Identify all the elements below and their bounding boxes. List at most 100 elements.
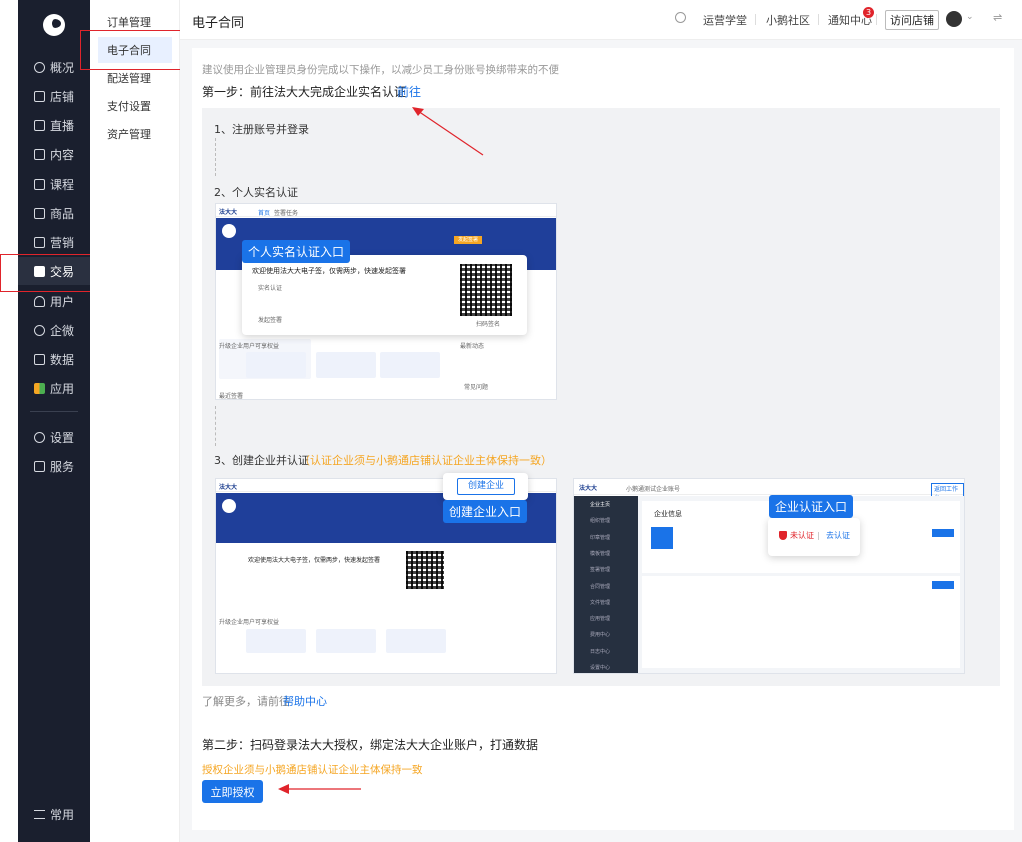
shot-sidebar-item: 模板管理 [590, 550, 611, 557]
store-icon [34, 90, 45, 102]
sidebar-item-service[interactable]: 服务 [18, 452, 90, 480]
shot-block [380, 352, 440, 378]
shield-icon [779, 531, 787, 540]
sidebar-item-settings[interactable]: 设置 [18, 423, 90, 451]
top-bar: 电子合同 运营学堂 小鹅社区 通知中心 3 访问店铺 ⌄ ⇌ [180, 0, 1022, 40]
shot-sidebar-item: 日志中心 [590, 648, 611, 655]
subnav-item-econtract[interactable]: 电子合同 [98, 37, 172, 63]
shot-block [316, 352, 376, 378]
page-title: 电子合同 [192, 16, 245, 31]
sidebar-item-goods[interactable]: 商品 [18, 199, 90, 227]
notice-text: 建议使用企业管理员身份完成以下操作，以减少员工身份账号换绑带来的不便 [202, 64, 559, 76]
topbar-divider [755, 14, 756, 25]
sidebar-item-user[interactable]: 用户 [18, 287, 90, 315]
shot-tab-tasks: 签署任务 [274, 210, 299, 217]
service-icon [34, 460, 45, 472]
sidebar-item-live[interactable]: 直播 [18, 111, 90, 139]
shot-sidebar-item: 应用管理 [590, 616, 611, 623]
help-center-link[interactable]: 帮助中心 [283, 693, 327, 709]
create-enterprise-entry-label: 创建企业入口 [443, 500, 528, 523]
marketing-icon [34, 236, 45, 248]
step2-title: 第二步：扫码登录法大大授权，绑定法大大企业账户，打通数据 [202, 738, 539, 752]
sidebar-item-apps[interactable]: 应用 [18, 374, 90, 402]
shot-recent: 最新动态 [460, 343, 485, 350]
search-icon[interactable] [675, 12, 686, 23]
tutorial-step-personal: 2、个人实名认证 [214, 186, 298, 199]
shot-edit-button [932, 581, 954, 589]
switch-icon[interactable]: ⇌ [993, 11, 1002, 24]
topbar-divider [818, 14, 819, 25]
shot-avatar [222, 224, 236, 238]
topbar-divider [876, 14, 877, 25]
shot-block [316, 629, 376, 653]
shot-info-title: 企业信息 [654, 510, 682, 518]
sub-navigation: 订单管理 电子合同 配送管理 支付设置 资产管理 [90, 0, 180, 842]
create-enterprise-popup: 创建企业 [443, 473, 528, 500]
shot-edit-button [932, 529, 954, 537]
trade-icon [34, 265, 45, 277]
apps-icon [34, 382, 45, 394]
shot-sidebar-item: 印章管理 [590, 534, 611, 541]
step2-note: 授权企业须与小鹅通店铺认证企业主体保持一致 [202, 764, 423, 776]
popup-divider [818, 532, 819, 540]
shot-welcome-text: 欢迎使用法大大电子签，仅需两步，快速发起签署 [252, 267, 406, 275]
shot-sidebar-item: 合同管理 [590, 583, 611, 590]
enterprise-verify-entry-label: 企业认证入口 [769, 495, 854, 518]
dashed-connector [215, 138, 216, 176]
sidebar-item-frequent[interactable]: 常用 [18, 800, 90, 828]
shot-avatar [222, 499, 236, 513]
learn-more-text: 了解更多，请前往 [202, 695, 290, 708]
subnav-item-orders[interactable]: 订单管理 [98, 9, 172, 35]
tutorial-step-register: 1、注册账号并登录 [214, 123, 309, 136]
shot-sidebar-item: 企业主页 [590, 502, 611, 508]
link-community[interactable]: 小鹅社区 [766, 12, 810, 28]
go-verify-link: 去认证 [826, 531, 850, 540]
step1-title: 第一步：前往法大大完成企业实名认证 [202, 85, 407, 99]
shot-sidebar-item: 文件管理 [590, 599, 611, 606]
sidebar-item-trade[interactable]: 交易 [18, 257, 90, 285]
sidebar-item-store[interactable]: 店铺 [18, 82, 90, 110]
subnav-item-assets[interactable]: 资产管理 [98, 121, 172, 147]
enterprise-note: （认证企业须与小鹅通店铺认证企业主体保持一致） [299, 454, 552, 467]
tutorial-step-enterprise: 3、创建企业并认证 [214, 454, 309, 467]
notification-badge: 3 [863, 7, 874, 18]
subnav-item-payment[interactable]: 支付设置 [98, 93, 172, 119]
sidebar-item-wecom[interactable]: 企微 [18, 316, 90, 344]
subnav-item-delivery[interactable]: 配送管理 [98, 65, 172, 91]
course-icon [34, 178, 45, 190]
sidebar-item-content[interactable]: 内容 [18, 140, 90, 168]
link-academy[interactable]: 运营学堂 [703, 12, 747, 28]
sidebar-item-overview[interactable]: 概况 [18, 53, 90, 81]
shot-recent-sign: 最近签署 [219, 393, 244, 400]
user-icon [34, 295, 45, 307]
shot-step-verify: 实名认证 [258, 285, 283, 292]
wecom-icon [34, 324, 45, 336]
step1-go-link[interactable]: 前往 [397, 83, 421, 100]
shot-detail-card [642, 576, 960, 668]
building-icon [651, 527, 673, 549]
dashboard-icon [34, 61, 45, 73]
visit-store-button[interactable]: 访问店铺 [885, 10, 939, 30]
shot-welcome-popup: 欢迎使用法大大电子签，仅需两步，快速发起签署 实名认证 发起签署 扫码签名 [242, 255, 527, 335]
qr-code-overlay [460, 264, 512, 316]
app-logo[interactable] [43, 14, 65, 36]
avatar[interactable] [946, 11, 962, 27]
shot-qr-caption: 扫码签名 [476, 321, 501, 328]
sidebar-item-marketing[interactable]: 营销 [18, 228, 90, 256]
sidebar-item-data[interactable]: 数据 [18, 345, 90, 373]
sidebar-item-course[interactable]: 课程 [18, 170, 90, 198]
shot-block [386, 629, 446, 653]
shot-account: 小鹅通测试企业账号 [626, 486, 681, 493]
shot-sidebar-item: 组织管理 [590, 518, 611, 525]
authorize-button[interactable]: 立即授权 [202, 780, 263, 803]
shot-tab-home: 首页 [258, 210, 271, 217]
live-icon [34, 119, 45, 131]
shot-faq: 常见问题 [464, 384, 489, 391]
dashed-connector [215, 406, 216, 446]
goods-icon [34, 207, 45, 219]
shot-brand: 法大大 [579, 485, 598, 492]
create-enterprise-button: 创建企业 [457, 478, 515, 495]
shot-sidebar-item: 签署管理 [590, 567, 611, 574]
verify-status-popup: 未认证 去认证 [768, 518, 860, 556]
chevron-down-icon[interactable]: ⌄ [966, 12, 974, 22]
